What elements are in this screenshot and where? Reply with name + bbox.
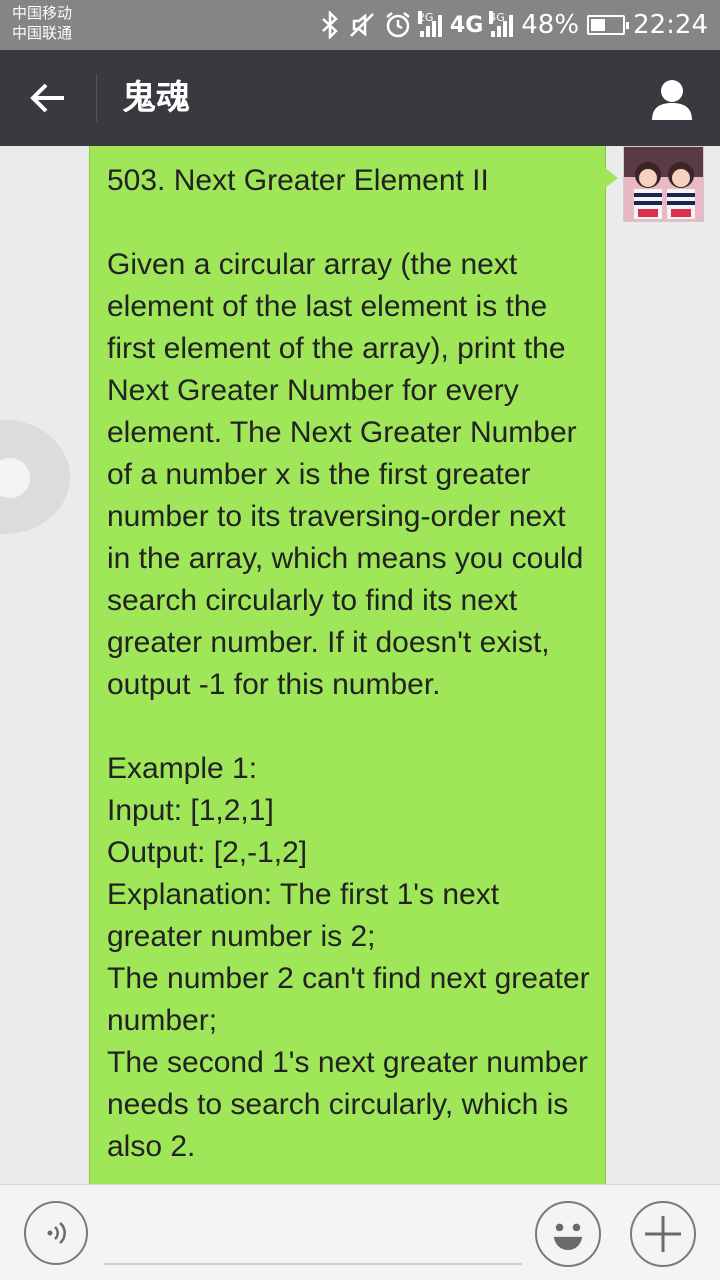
battery-fill xyxy=(591,19,606,31)
mute-icon xyxy=(348,11,376,39)
sim2-signal-icon: 4G xyxy=(489,11,514,37)
voice-input-button[interactable] xyxy=(24,1201,88,1265)
voice-icon xyxy=(47,1222,66,1244)
battery-percent: 48% xyxy=(521,10,580,40)
carrier-2-label: 中国联通 xyxy=(12,24,73,42)
sim1-signal-icon: 2G xyxy=(417,11,442,37)
sender-avatar[interactable] xyxy=(623,146,704,222)
header-divider xyxy=(96,74,97,122)
more-actions-button[interactable] xyxy=(630,1201,696,1267)
status-bar: 中国移动 中国联通 2G 4G 4G 48% 22:24 xyxy=(0,0,720,50)
person-icon xyxy=(652,80,692,120)
chat-header: 鬼魂 xyxy=(0,50,720,146)
sim2-network-tag: 4G xyxy=(489,11,505,24)
battery-icon xyxy=(587,15,630,35)
input-bar xyxy=(0,1184,720,1280)
back-button[interactable] xyxy=(20,70,76,126)
sim1-network-tag: 2G xyxy=(417,11,434,24)
message-bubble[interactable]: 503. Next Greater Element II Given a cir… xyxy=(89,146,618,1184)
message-text: 503. Next Greater Element II Given a cir… xyxy=(107,164,590,1163)
chat-info-button[interactable] xyxy=(642,72,702,126)
status-icons: 2G 4G 4G 48% 22:24 xyxy=(320,0,708,50)
message-input[interactable] xyxy=(104,1205,522,1265)
sim2-network-label: 4G xyxy=(449,12,484,38)
emoji-button[interactable] xyxy=(535,1201,601,1267)
smiley-icon xyxy=(553,1223,583,1250)
floating-assistive-ball[interactable] xyxy=(0,420,70,534)
carrier-labels: 中国移动 中国联通 xyxy=(12,3,72,43)
carrier-1-label: 中国移动 xyxy=(12,4,73,22)
alarm-icon xyxy=(384,11,412,39)
plus-icon xyxy=(645,1216,681,1252)
message-list[interactable]: 503. Next Greater Element II Given a cir… xyxy=(0,146,720,1184)
chat-title: 鬼魂 xyxy=(122,78,190,118)
arrow-left-icon xyxy=(30,83,64,113)
clock: 22:24 xyxy=(633,10,708,40)
bluetooth-icon xyxy=(320,11,340,39)
